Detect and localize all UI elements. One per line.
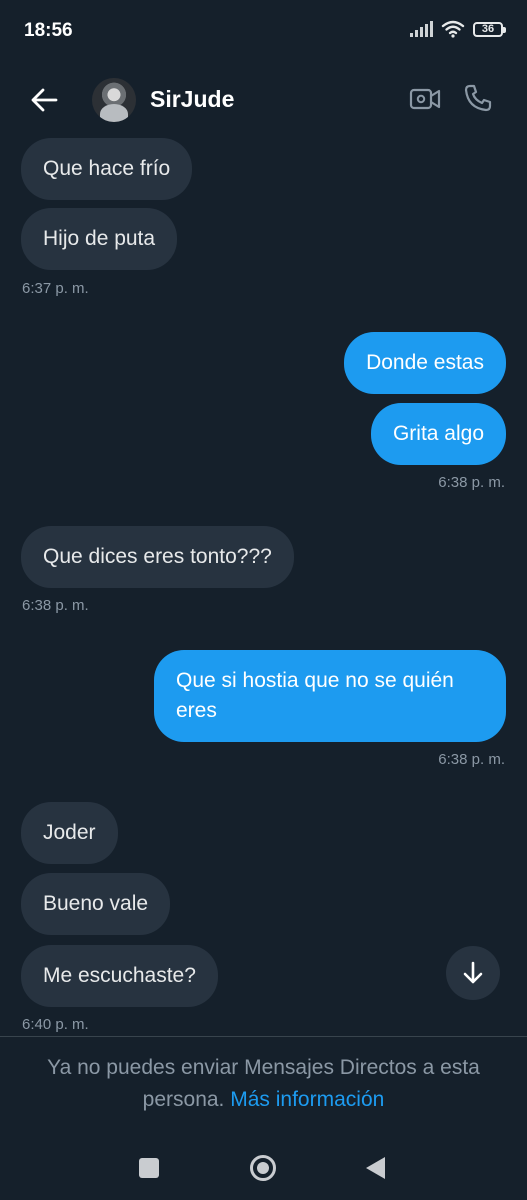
status-bar: 18:56 36: [0, 0, 527, 62]
arrow-down-icon: [463, 961, 483, 984]
back-arrow-icon[interactable]: [26, 82, 62, 118]
message-timestamp: 6:38 p. m.: [438, 751, 505, 768]
wifi-icon: [441, 20, 465, 38]
status-icons: 36: [410, 20, 506, 38]
message-bubble-incoming[interactable]: Que hace frío: [21, 138, 193, 200]
message-timestamp: 6:38 p. m.: [438, 474, 505, 491]
home-icon[interactable]: [250, 1155, 276, 1181]
scroll-to-bottom-button[interactable]: [446, 946, 500, 1000]
divider: [0, 1036, 527, 1037]
message-timestamp: 6:37 p. m.: [22, 280, 89, 297]
message-timestamp: 6:38 p. m.: [22, 597, 89, 614]
message-timestamp: 6:40 p. m.: [22, 1016, 89, 1033]
message-bubble-outgoing[interactable]: Donde estas: [344, 332, 506, 394]
message-bubble-incoming[interactable]: Hijo de puta: [21, 208, 178, 270]
message-bubble-incoming[interactable]: Joder: [21, 802, 118, 864]
message-bubble-incoming[interactable]: Me escuchaste?: [21, 945, 218, 1007]
conversation-header: SirJude: [0, 70, 527, 130]
battery-icon: 36: [473, 21, 506, 37]
signal-icon: [410, 21, 433, 37]
more-info-link[interactable]: Más información: [230, 1088, 384, 1111]
message-bubble-outgoing[interactable]: Grita algo: [370, 403, 506, 465]
status-time: 18:56: [24, 20, 73, 41]
avatar[interactable]: [92, 78, 136, 122]
system-nav-bar: [0, 1138, 527, 1200]
recents-icon[interactable]: [139, 1158, 159, 1178]
message-bubble-incoming[interactable]: Bueno vale: [21, 873, 171, 935]
message-bubble-outgoing[interactable]: Que si hostia que no se quién eres: [154, 650, 506, 742]
message-bubble-incoming[interactable]: Que dices eres tonto???: [21, 526, 294, 588]
battery-level: 36: [481, 22, 495, 35]
dm-conversation-screen: 18:56 36 SirJude Que hace frío Hijo de p…: [0, 0, 527, 1200]
video-call-icon[interactable]: [408, 84, 442, 114]
phone-icon[interactable]: [462, 82, 494, 114]
back-triangle-icon[interactable]: [366, 1157, 385, 1179]
dm-disabled-notice: Ya no puedes enviar Mensajes Directos a …: [20, 1052, 507, 1116]
contact-name[interactable]: SirJude: [150, 86, 234, 113]
